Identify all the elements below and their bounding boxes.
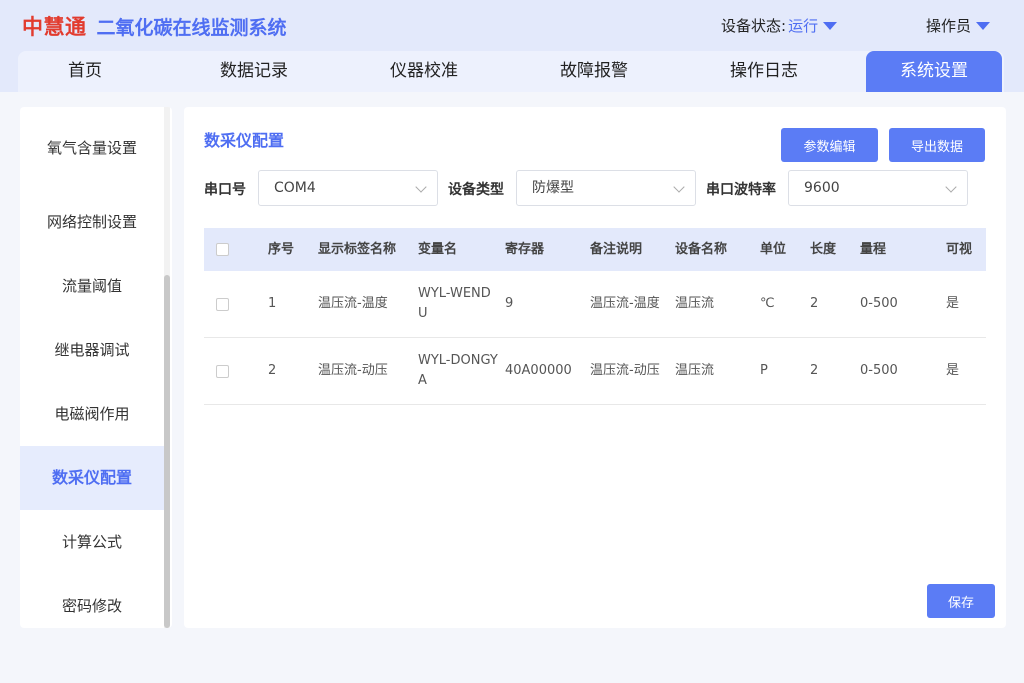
main-panel: 数采仪配置 参数编辑 导出数据 串口号 COM4 设备类型 防爆型 串口波特率 …: [184, 107, 1006, 628]
page-title: 数采仪配置: [204, 131, 285, 150]
sidebar-item-solenoid[interactable]: 电磁阀作用: [20, 382, 164, 446]
save-button[interactable]: 保存: [927, 584, 995, 618]
chevron-down-icon: [415, 181, 427, 193]
sidebar-item-flow-threshold[interactable]: 流量阈值: [20, 254, 164, 318]
operator-menu[interactable]: 操作员: [926, 15, 991, 36]
table-cell: 温压流-动压: [318, 363, 388, 378]
brand-logo: 中慧通: [22, 15, 87, 39]
operator-label: 操作员: [926, 17, 972, 35]
table-cell: P: [760, 363, 768, 378]
export-data-button[interactable]: 导出数据: [889, 128, 985, 162]
sidebar-item-daq-config[interactable]: 数采仪配置: [20, 446, 164, 510]
brand: 中慧通 二氧化碳在线监测系统: [22, 11, 287, 41]
table-cell: 温压流-温度: [590, 296, 660, 311]
column-header: 长度: [810, 241, 837, 257]
sidebar-item-network[interactable]: 网络控制设置: [20, 190, 164, 254]
table-cell: 1: [268, 296, 277, 311]
table-cell: 0-500: [860, 296, 898, 311]
column-header: 变量名: [418, 241, 458, 257]
tab-operation-log[interactable]: 操作日志: [696, 51, 832, 92]
table-header: 序号 显示标签名称 变量名 寄存器 备注说明 设备名称 单位 长度 量程 可视: [204, 228, 986, 271]
sidebar-item-relay[interactable]: 继电器调试: [20, 318, 164, 382]
row-checkbox[interactable]: [216, 364, 229, 378]
table-cell: 2: [268, 363, 277, 378]
device-type-select[interactable]: 防爆型: [516, 170, 696, 206]
app-title: 二氧化碳在线监测系统: [96, 16, 287, 39]
tab-data-records[interactable]: 数据记录: [186, 51, 322, 92]
daq-table: 序号 显示标签名称 变量名 寄存器 备注说明 设备名称 单位 长度 量程 可视 …: [204, 228, 986, 405]
column-header: 备注说明: [590, 241, 643, 257]
chevron-down-icon: [945, 181, 957, 193]
edit-params-button[interactable]: 参数编辑: [781, 128, 878, 162]
column-header: 量程: [860, 241, 887, 257]
sidebar-scrollbar-thumb[interactable]: [164, 275, 170, 628]
column-header: 显示标签名称: [318, 241, 397, 257]
caret-down-icon: [976, 21, 991, 30]
table-cell: 温压流: [675, 296, 715, 311]
table-cell: 温压流-动压: [590, 363, 660, 378]
column-header: 寄存器: [505, 241, 545, 257]
table-cell: 9: [505, 296, 514, 311]
column-header: 设备名称: [675, 241, 728, 257]
table-cell: 2: [810, 296, 819, 311]
chevron-down-icon: [673, 181, 685, 193]
table-row[interactable]: 1 温压流-温度 WYL-WENDU 9 温压流-温度 温压流 ℃ 2 0-50…: [204, 271, 986, 338]
serial-port-value: COM4: [274, 180, 316, 196]
serial-port-label: 串口号: [204, 182, 246, 198]
row-checkbox[interactable]: [216, 297, 229, 311]
table-cell: 是: [946, 363, 960, 378]
tab-fault-alarm[interactable]: 故障报警: [526, 51, 662, 92]
column-header: 单位: [760, 241, 787, 257]
tab-system-settings[interactable]: 系统设置: [866, 51, 1002, 92]
sidebar-item-password[interactable]: 密码修改: [20, 574, 164, 628]
sidebar-item-oxygen[interactable]: 氧气含量设置: [20, 107, 164, 190]
table-cell: 温压流-温度: [318, 296, 388, 311]
caret-down-icon: [823, 21, 838, 30]
table-cell: 2: [810, 363, 819, 378]
column-header: 可视: [946, 241, 973, 257]
baud-rate-value: 9600: [804, 180, 840, 196]
table-row[interactable]: 2 温压流-动压 WYL-DONGYA 40A00000 温压流-动压 温压流 …: [204, 338, 986, 405]
device-type-value: 防爆型: [532, 180, 574, 196]
main-nav: 首页 数据记录 仪器校准 故障报警 操作日志 系统设置: [18, 51, 1004, 92]
column-header: 序号: [268, 241, 295, 257]
table-cell: WYL-DONGYA: [418, 353, 498, 388]
device-status[interactable]: 设备状态: 运行: [721, 15, 838, 36]
table-cell: WYL-WENDU: [418, 286, 491, 321]
device-status-label: 设备状态:: [721, 17, 787, 35]
sidebar-item-formula[interactable]: 计算公式: [20, 510, 164, 574]
settings-sidebar: 氧气含量设置 网络控制设置 流量阈值 继电器调试 电磁阀作用 数采仪配置 计算公…: [20, 107, 172, 628]
device-type-label: 设备类型: [448, 182, 504, 198]
tab-home[interactable]: 首页: [18, 51, 152, 92]
table-cell: 40A00000: [505, 363, 572, 378]
baud-rate-label: 串口波特率: [706, 182, 776, 198]
select-all-checkbox[interactable]: [216, 243, 229, 256]
serial-port-select[interactable]: COM4: [258, 170, 438, 206]
table-cell: 是: [946, 296, 960, 311]
table-cell: 0-500: [860, 363, 898, 378]
baud-rate-select[interactable]: 9600: [788, 170, 968, 206]
table-cell: ℃: [760, 296, 775, 311]
table-cell: 温压流: [675, 363, 715, 378]
tab-instrument-calibration[interactable]: 仪器校准: [356, 51, 492, 92]
device-status-value: 运行: [788, 17, 819, 35]
